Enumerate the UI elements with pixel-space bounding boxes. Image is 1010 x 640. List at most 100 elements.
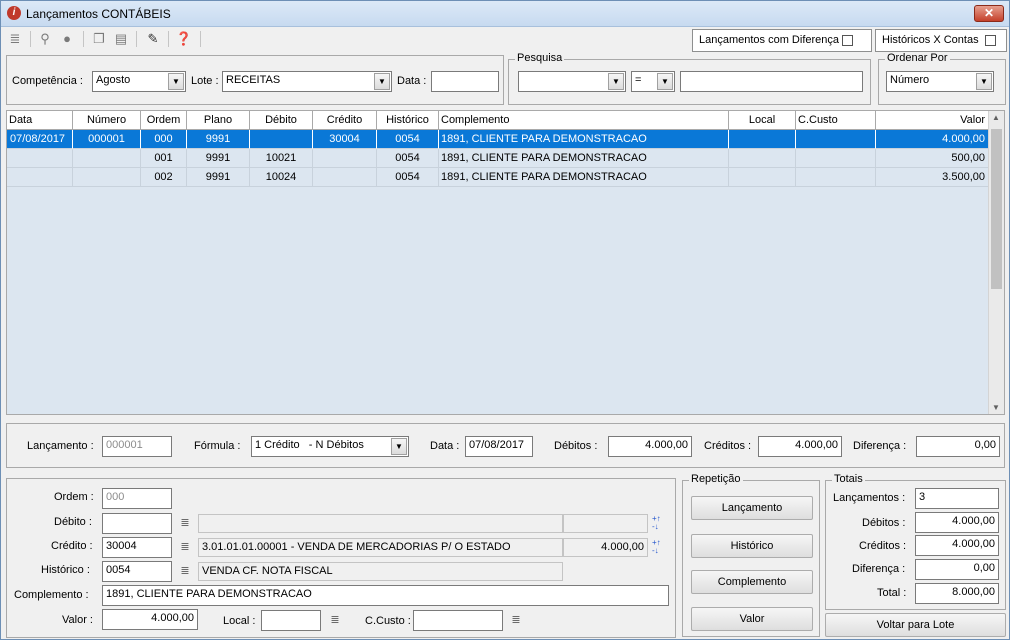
formula-select[interactable]: 1 Crédito - N Débitos ▼	[251, 436, 409, 457]
column-header[interactable]: Complemento	[439, 111, 729, 130]
checkbox-icon[interactable]	[842, 34, 854, 46]
ordem-label: Ordem :	[54, 491, 94, 503]
cell-data	[7, 149, 73, 168]
repeticao-historico-button[interactable]: Histórico	[691, 534, 813, 558]
repeticao-valor-button[interactable]: Valor	[691, 607, 813, 631]
list-icon[interactable]: ≣	[6, 30, 24, 48]
summary-data-label: Data :	[430, 440, 460, 452]
toolbar-separator	[168, 31, 169, 47]
document-icon[interactable]: ▤	[112, 30, 130, 48]
summary-panel: Lançamento : 000001 Fórmula : 1 Crédito …	[6, 423, 1005, 468]
close-button[interactable]: ✕	[974, 5, 1004, 22]
cell-local	[729, 130, 796, 149]
debito-input[interactable]	[102, 513, 172, 534]
cell-ccusto	[796, 168, 876, 187]
competencia-select[interactable]: Agosto ▼	[92, 71, 186, 92]
cell-complemento: 1891, CLIENTE PARA DEMONSTRACAO	[439, 149, 729, 168]
lookup-icon[interactable]: ≣	[508, 612, 524, 628]
sort-arrows-icon[interactable]: +↑ -↓	[652, 515, 666, 531]
historicos-contas-checkbox[interactable]: Históricos X Contas	[875, 29, 1007, 52]
repeticao-complemento-button[interactable]: Complemento	[691, 570, 813, 594]
totais-creditos-label: Créditos :	[859, 540, 907, 552]
voltar-lote-button[interactable]: Voltar para Lote	[825, 613, 1006, 637]
binoculars-icon[interactable]: ●	[58, 30, 76, 48]
checkbox-icon[interactable]	[984, 34, 996, 46]
vertical-scrollbar[interactable]: ▲ ▼	[988, 111, 1004, 414]
column-header[interactable]: Data	[7, 111, 73, 130]
lancamento-input[interactable]: 000001	[102, 436, 172, 457]
lancamentos-diferenca-checkbox[interactable]: Lançamentos com Diferença	[692, 29, 872, 52]
column-header[interactable]: Débito	[250, 111, 313, 130]
ordenar-select[interactable]: Número ▼	[886, 71, 994, 92]
help-icon[interactable]: ❓	[175, 30, 193, 48]
cell-plano: 9991	[187, 130, 250, 149]
column-header[interactable]: Ordem	[141, 111, 187, 130]
local-input[interactable]	[261, 610, 321, 631]
ccusto-input[interactable]	[413, 610, 503, 631]
chevron-down-icon[interactable]: ▼	[374, 73, 390, 90]
scroll-down-icon[interactable]: ▼	[992, 403, 1000, 412]
chevron-down-icon[interactable]: ▼	[608, 73, 624, 90]
scrollbar-thumb[interactable]	[991, 129, 1002, 289]
totais-total-value: 8.000,00	[915, 583, 999, 604]
cell-historico: 0054	[377, 130, 439, 149]
valor-input[interactable]: 4.000,00	[102, 609, 198, 630]
chevron-down-icon[interactable]: ▼	[976, 73, 992, 90]
column-header[interactable]: Local	[729, 111, 796, 130]
column-header[interactable]: Crédito	[313, 111, 377, 130]
repeticao-lancamento-button[interactable]: Lançamento	[691, 496, 813, 520]
pesquisa-group: Pesquisa ▼ = ▼	[508, 52, 871, 105]
totais-diferenca-label: Diferença :	[852, 563, 906, 575]
window-title: Lançamentos CONTÁBEIS	[26, 7, 171, 21]
formula-value: 1 Crédito - N Débitos	[255, 439, 364, 451]
credito-input[interactable]: 30004	[102, 537, 172, 558]
historicos-contas-label: Históricos X Contas	[882, 34, 979, 46]
chevron-down-icon[interactable]: ▼	[391, 438, 407, 455]
table-row[interactable]: 002 9991 10024 0054 1891, CLIENTE PARA D…	[7, 168, 990, 187]
column-header[interactable]: Plano	[187, 111, 250, 130]
cell-ordem: 000	[141, 130, 187, 149]
pesquisa-operator-select[interactable]: = ▼	[631, 71, 675, 92]
credito-label: Crédito :	[51, 540, 93, 552]
column-header[interactable]: Número	[73, 111, 141, 130]
chevron-down-icon[interactable]: ▼	[168, 73, 184, 90]
pesquisa-field-select[interactable]: ▼	[518, 71, 626, 92]
edit-icon[interactable]: ✎	[144, 30, 162, 48]
sort-arrows-icon[interactable]: +↑ -↓	[652, 539, 666, 555]
ordem-input[interactable]: 000	[102, 488, 172, 509]
copy-icon[interactable]: ❐	[90, 30, 108, 48]
main-window: i Lançamentos CONTÁBEIS ✕ ≣ ⚲ ● ❐ ▤ ✎ ❓ …	[0, 0, 1010, 640]
historico-desc: VENDA CF. NOTA FISCAL	[198, 562, 563, 581]
cell-numero	[73, 168, 141, 187]
totais-lancamentos-label: Lançamentos :	[833, 492, 906, 504]
cell-debito	[250, 130, 313, 149]
cell-historico: 0054	[377, 168, 439, 187]
lancamentos-grid[interactable]: Data Número Ordem Plano Débito Crédito H…	[6, 110, 1005, 415]
column-header[interactable]: Histórico	[377, 111, 439, 130]
column-header[interactable]: C.Custo	[796, 111, 876, 130]
lote-select[interactable]: RECEITAS ▼	[222, 71, 392, 92]
repeticao-title: Repetição	[689, 473, 743, 485]
search-icon[interactable]: ⚲	[36, 30, 54, 48]
pesquisa-search-input[interactable]	[680, 71, 863, 92]
table-row[interactable]: 001 9991 10021 0054 1891, CLIENTE PARA D…	[7, 149, 990, 168]
cell-numero	[73, 149, 141, 168]
chevron-down-icon[interactable]: ▼	[657, 73, 673, 90]
cell-credito	[313, 149, 377, 168]
lookup-icon[interactable]: ≣	[327, 612, 343, 628]
column-header[interactable]: Valor	[876, 111, 989, 130]
title-bar: i Lançamentos CONTÁBEIS ✕	[1, 1, 1009, 27]
lookup-icon[interactable]: ≣	[177, 515, 193, 531]
scroll-up-icon[interactable]: ▲	[992, 113, 1000, 122]
cell-historico: 0054	[377, 149, 439, 168]
lookup-icon[interactable]: ≣	[177, 563, 193, 579]
historico-label: Histórico :	[41, 564, 90, 576]
ccusto-label: C.Custo :	[365, 615, 411, 627]
complemento-input[interactable]: 1891, CLIENTE PARA DEMONSTRACAO	[102, 585, 669, 606]
data-input[interactable]	[431, 71, 499, 92]
lookup-icon[interactable]: ≣	[177, 539, 193, 555]
summary-data-input[interactable]: 07/08/2017	[465, 436, 533, 457]
historico-input[interactable]: 0054	[102, 561, 172, 582]
cell-local	[729, 149, 796, 168]
table-row[interactable]: 07/08/2017 000001 000 9991 30004 0054 18…	[7, 130, 990, 149]
